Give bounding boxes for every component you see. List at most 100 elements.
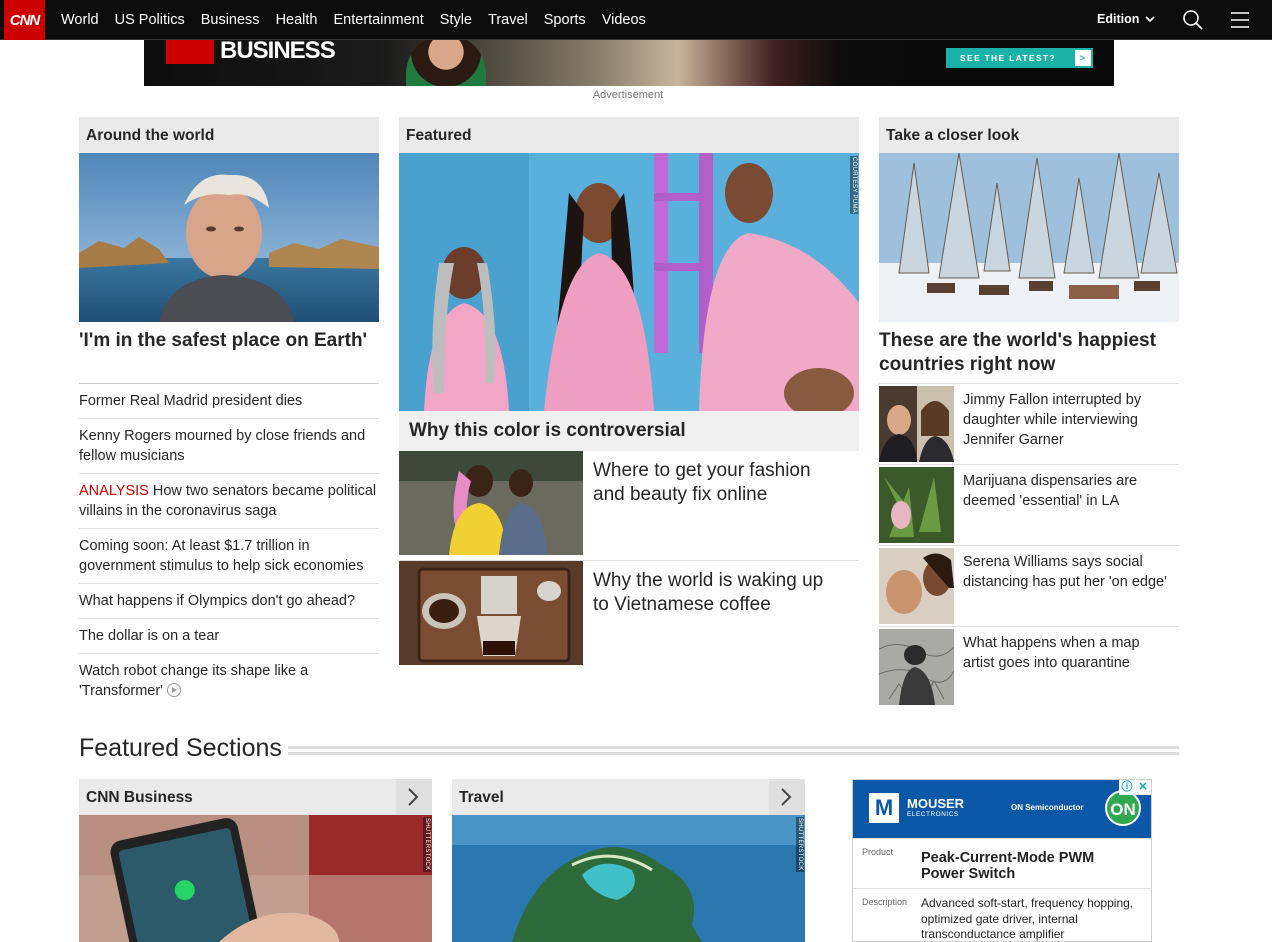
partner-name: ON Semiconductor (1011, 803, 1084, 812)
travel-image[interactable]: SHUTTERSTOCK (452, 815, 805, 942)
description-row: Description Advanced soft-start, frequen… (853, 888, 1151, 941)
around-the-world-list: Former Real Madrid president dies Kenny … (79, 383, 379, 708)
nav-link-business[interactable]: Business (201, 12, 260, 28)
old-man-photo (79, 153, 379, 322)
advertisement-banner[interactable]: BUSINESS SEE THE LATEST? > (144, 40, 1114, 86)
ad-info-icon[interactable]: ⓘ (1119, 780, 1135, 795)
featured-sub-headline: Why the world is waking up to Vietnamese… (593, 570, 824, 615)
photo-credit: COURTESY PUMA (850, 156, 858, 215)
mouser-brand-sub: ELECTRONICS (907, 811, 959, 818)
list-item-text: Serena Williams says social distancing h… (963, 554, 1167, 590)
nav-link-health[interactable]: Health (276, 12, 318, 28)
list-item-text: What happens if Olympics don't go ahead? (79, 593, 356, 609)
list-item[interactable]: Watch robot change its shape like a 'Tra… (79, 653, 379, 708)
ad-cta-arrow: > (1075, 50, 1091, 66)
play-video-icon (166, 683, 181, 697)
top-navigation: CNN World US Politics Business Health En… (0, 0, 1272, 40)
featured-hero-image[interactable]: COURTESY PUMA (399, 153, 859, 411)
cnn-logo[interactable]: CNN (4, 0, 45, 40)
mouser-advertisement[interactable]: M MOUSER ELECTRONICS ON Semiconductor ON… (852, 779, 1152, 942)
column-heading-around-the-world[interactable]: Around the world (79, 117, 379, 153)
nav-link-style[interactable]: Style (440, 12, 472, 28)
around-the-world-headline[interactable]: 'I'm in the safest place on Earth' (79, 329, 379, 353)
list-item[interactable]: Coming soon: At least $1.7 trillion in g… (79, 528, 379, 583)
menu-icon[interactable] (1230, 10, 1250, 30)
analysis-tag: ANALYSIS (79, 483, 149, 499)
list-item[interactable]: Marijuana dispensaries are deemed 'essen… (879, 464, 1179, 545)
fallon-thumbnail (879, 386, 954, 462)
mouser-brand: MOUSER (907, 796, 965, 811)
list-item[interactable]: Former Real Madrid president dies (79, 383, 379, 418)
list-item-text: The dollar is on a tear (79, 628, 220, 644)
mouser-logo-icon: M (869, 793, 899, 823)
ad-cnn-logo (166, 40, 214, 64)
mouser-ad-header: M MOUSER ELECTRONICS ON Semiconductor ON (853, 780, 1151, 838)
map-artist-thumbnail (879, 629, 954, 705)
section-divider (280, 746, 1179, 755)
product-label: Product (862, 847, 894, 857)
closer-look-headline[interactable]: These are the world's happiest countries… (879, 329, 1179, 377)
chevron-right-icon (408, 788, 419, 806)
featured-sub-item[interactable]: Where to get your fashion and beauty fix… (399, 451, 859, 555)
list-item[interactable]: Jimmy Fallon interrupted by daughter whi… (879, 383, 1179, 464)
serena-thumbnail (879, 548, 954, 624)
list-item[interactable]: The dollar is on a tear (79, 618, 379, 653)
nav-link-videos[interactable]: Videos (602, 12, 646, 28)
ad-close-icon[interactable]: ✕ (1135, 780, 1151, 795)
photo-credit: SHUTTERSTOCK (796, 817, 804, 872)
marijuana-thumbnail (879, 467, 954, 543)
product-row: Product Peak-Current-Mode PWM Power Swit… (853, 838, 1151, 888)
ad-person-image (406, 40, 486, 86)
smartphone-photo (79, 815, 432, 942)
ad-choices[interactable]: ⓘ ✕ (1119, 780, 1151, 795)
edition-label: Edition (1097, 12, 1140, 26)
list-item-text: Coming soon: At least $1.7 trillion in g… (79, 538, 364, 574)
nav-link-sports[interactable]: Sports (544, 12, 586, 28)
coffee-thumbnail (399, 561, 583, 665)
list-item[interactable]: What happens if Olympics don't go ahead? (79, 583, 379, 618)
list-item[interactable]: ANALYSIS How two senators became politic… (79, 473, 379, 528)
nav-link-travel[interactable]: Travel (488, 12, 528, 28)
column-heading-featured[interactable]: Featured (399, 117, 859, 153)
nav-link-entertainment[interactable]: Entertainment (333, 12, 423, 28)
fashion-thumbnail (399, 451, 583, 555)
ad-cta-label: SEE THE LATEST? (960, 53, 1056, 63)
product-value: Peak-Current-Mode PWM Power Switch (921, 850, 1095, 882)
nav-link-us-politics[interactable]: US Politics (115, 12, 185, 28)
chevron-down-icon (1145, 15, 1155, 22)
list-item[interactable]: Kenny Rogers mourned by close friends an… (79, 418, 379, 473)
advertisement-label: Advertisement (592, 89, 664, 101)
cnn-business-image[interactable]: SHUTTERSTOCK (79, 815, 432, 942)
list-item-text: Kenny Rogers mourned by close friends an… (79, 428, 366, 464)
featured-sub-item[interactable]: Why the world is waking up to Vietnamese… (399, 561, 859, 665)
featured-sub-headline: Where to get your fashion and beauty fix… (593, 460, 811, 505)
description-value: Advanced soft-start, frequency hopping, … (921, 896, 1134, 941)
search-icon[interactable] (1182, 9, 1204, 31)
list-item-text: Marijuana dispensaries are deemed 'essen… (963, 473, 1138, 509)
section-next-button[interactable] (396, 779, 432, 815)
on-semiconductor-logo: ON (1105, 790, 1141, 826)
chevron-right-icon (781, 788, 792, 806)
list-item-text: Former Real Madrid president dies (79, 393, 303, 409)
ad-cta-button[interactable]: SEE THE LATEST? > (946, 48, 1093, 68)
nav-links: World US Politics Business Health Entert… (53, 0, 654, 40)
featured-caption[interactable]: Why this color is controversial (399, 411, 859, 451)
section-next-button[interactable] (769, 779, 805, 815)
list-item-text: What happens when a map artist goes into… (963, 635, 1140, 671)
list-item[interactable]: Serena Williams says social distancing h… (879, 545, 1179, 626)
edition-dropdown[interactable]: Edition (1097, 12, 1155, 26)
nav-link-world[interactable]: World (61, 12, 99, 28)
list-item[interactable]: What happens when a map artist goes into… (879, 626, 1179, 705)
closer-look-image[interactable] (879, 153, 1179, 322)
description-label: Description (862, 897, 908, 907)
section-heading-cnn-business[interactable]: CNN Business (79, 779, 396, 815)
ad-brand-text: BUSINESS (220, 40, 336, 64)
list-item-text: Watch robot change its shape like a 'Tra… (79, 663, 309, 699)
section-heading-travel[interactable]: Travel (452, 779, 769, 815)
pink-fashion-photo (399, 153, 859, 411)
snowy-forest-photo (879, 153, 1179, 322)
around-the-world-image[interactable] (79, 153, 379, 322)
featured-sections-title: Featured Sections (79, 734, 288, 763)
island-photo (452, 815, 805, 942)
column-heading-take-a-closer-look[interactable]: Take a closer look (879, 117, 1179, 153)
